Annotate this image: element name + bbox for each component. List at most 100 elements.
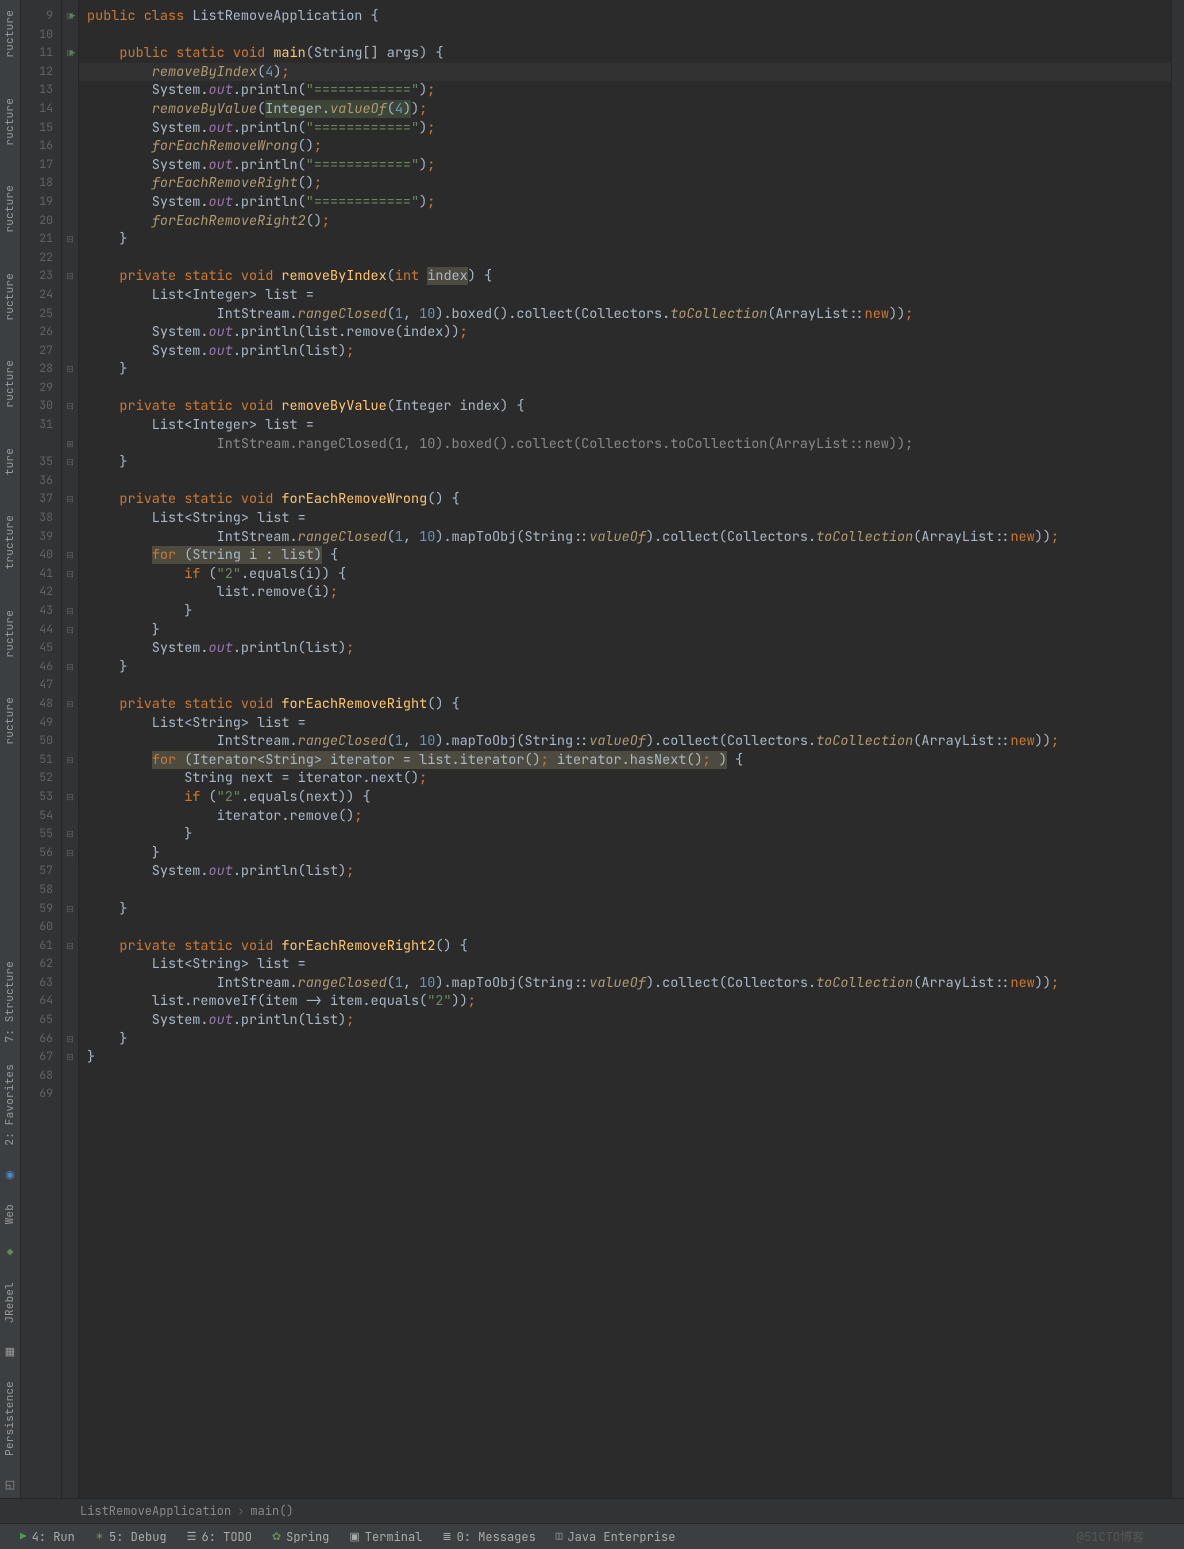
line-number[interactable]: 39 bbox=[21, 528, 61, 547]
rail-favorites[interactable]: 2: Favorites bbox=[3, 1064, 17, 1146]
code-line[interactable]: } bbox=[79, 844, 1184, 863]
code-line[interactable]: public class ListRemoveApplication { bbox=[79, 7, 1184, 26]
fold-toggle[interactable] bbox=[62, 119, 78, 138]
fold-toggle[interactable]: ⊟ bbox=[62, 658, 78, 677]
code-line[interactable]: System.out.println("============"); bbox=[79, 156, 1184, 175]
line-number[interactable]: 10 bbox=[21, 26, 61, 45]
web-icon[interactable]: ◉ bbox=[3, 1168, 17, 1182]
rail-structure-fragment[interactable]: ructure bbox=[3, 697, 17, 745]
toolbar-messages[interactable]: ≣0: Messages bbox=[442, 1529, 535, 1545]
fold-toggle[interactable] bbox=[62, 639, 78, 658]
fold-toggle[interactable]: ⊟ bbox=[62, 453, 78, 472]
line-number[interactable]: 28 bbox=[21, 360, 61, 379]
code-line[interactable]: List<String> list = bbox=[79, 714, 1184, 733]
fold-toggle[interactable] bbox=[62, 286, 78, 305]
fold-toggle[interactable] bbox=[62, 156, 78, 175]
line-number[interactable]: 47 bbox=[21, 676, 61, 695]
line-number[interactable]: 65 bbox=[21, 1011, 61, 1030]
code-line[interactable]: List<String> list = bbox=[79, 955, 1184, 974]
line-number[interactable]: 26 bbox=[21, 323, 61, 342]
line-number[interactable]: 56 bbox=[21, 844, 61, 863]
fold-toggle[interactable]: ⊟ bbox=[62, 751, 78, 770]
line-number[interactable]: 11 bbox=[21, 44, 61, 63]
code-line[interactable] bbox=[79, 918, 1184, 937]
line-number[interactable]: 49 bbox=[21, 714, 61, 733]
line-number[interactable]: 37 bbox=[21, 490, 61, 509]
fold-toggle[interactable]: ⊟ bbox=[62, 825, 78, 844]
code-line[interactable]: IntStream.rangeClosed(1, 10).boxed().col… bbox=[79, 305, 1184, 324]
fold-toggle[interactable]: ⊟ bbox=[62, 621, 78, 640]
breadcrumb-method[interactable]: main() bbox=[250, 1503, 293, 1519]
error-stripe[interactable] bbox=[1171, 0, 1184, 1498]
code-line[interactable]: System.out.println(list); bbox=[79, 1011, 1184, 1030]
line-number[interactable]: 67 bbox=[21, 1048, 61, 1067]
line-number[interactable]: 46 bbox=[21, 658, 61, 677]
fold-toggle[interactable]: ⊟ bbox=[62, 397, 78, 416]
code-line[interactable]: System.out.println(list); bbox=[79, 862, 1184, 881]
toolbar-debug[interactable]: ✶5: Debug bbox=[95, 1529, 167, 1545]
line-number[interactable]: 58 bbox=[21, 881, 61, 900]
code-line[interactable]: List<String> list = bbox=[79, 509, 1184, 528]
code-line[interactable]: } bbox=[79, 825, 1184, 844]
code-line[interactable]: iterator.remove(); bbox=[79, 807, 1184, 826]
code-line[interactable] bbox=[79, 472, 1184, 491]
code-line[interactable] bbox=[79, 676, 1184, 695]
tool-toggle-icon[interactable]: ◱ bbox=[3, 1478, 17, 1492]
line-number[interactable]: 69 bbox=[21, 1085, 61, 1104]
toolbar-javaenterprise[interactable]: ◫Java Enterprise bbox=[556, 1529, 676, 1545]
fold-toggle[interactable] bbox=[62, 379, 78, 398]
line-number-gutter[interactable]: 9101112131415161718192021222324252627282… bbox=[21, 0, 62, 1498]
line-number[interactable]: 48 bbox=[21, 695, 61, 714]
fold-toggle[interactable] bbox=[62, 193, 78, 212]
code-line[interactable] bbox=[79, 249, 1184, 268]
code-line[interactable]: removeByValue(Integer.valueOf(4)); bbox=[79, 100, 1184, 119]
line-number[interactable]: 66 bbox=[21, 1030, 61, 1049]
line-number[interactable]: 12 bbox=[21, 63, 61, 82]
code-line[interactable]: System.out.println(list); bbox=[79, 342, 1184, 361]
code-line[interactable]: private static void forEachRemoveWrong()… bbox=[79, 490, 1184, 509]
line-number[interactable] bbox=[21, 435, 61, 454]
line-number[interactable]: 55 bbox=[21, 825, 61, 844]
fold-toggle[interactable] bbox=[62, 63, 78, 82]
fold-toggle[interactable] bbox=[62, 100, 78, 119]
code-line[interactable]: System.out.println(list); bbox=[79, 639, 1184, 658]
fold-toggle[interactable]: ⊟ bbox=[62, 695, 78, 714]
code-line[interactable]: } bbox=[79, 658, 1184, 677]
line-number[interactable]: 35 bbox=[21, 453, 61, 472]
fold-toggle[interactable] bbox=[62, 416, 78, 435]
line-number[interactable]: 19 bbox=[21, 193, 61, 212]
rail-structure-fragment[interactable]: ructure bbox=[3, 610, 17, 658]
line-number[interactable]: 27 bbox=[21, 342, 61, 361]
line-number[interactable]: 29 bbox=[21, 379, 61, 398]
fold-toggle[interactable] bbox=[62, 992, 78, 1011]
line-number[interactable]: 16 bbox=[21, 137, 61, 156]
fold-toggle[interactable] bbox=[62, 81, 78, 100]
fold-toggle[interactable] bbox=[62, 807, 78, 826]
rail-structure-fragment[interactable]: ructure bbox=[3, 10, 17, 58]
line-number[interactable]: 57 bbox=[21, 862, 61, 881]
code-line[interactable]: } bbox=[79, 230, 1184, 249]
code-line[interactable] bbox=[79, 26, 1184, 45]
code-line[interactable]: IntStream.rangeClosed(1, 10).mapToObj(St… bbox=[79, 974, 1184, 993]
fold-toggle[interactable]: ⊟ bbox=[62, 1030, 78, 1049]
fold-toggle[interactable] bbox=[62, 212, 78, 231]
fold-toggle[interactable] bbox=[62, 249, 78, 268]
code-line[interactable] bbox=[79, 1085, 1184, 1104]
fold-toggle[interactable]: ⊟ bbox=[62, 44, 78, 63]
jrebel-icon[interactable]: ◆ bbox=[3, 1246, 17, 1260]
line-number[interactable]: 31 bbox=[21, 416, 61, 435]
code-line[interactable] bbox=[79, 881, 1184, 900]
fold-toggle[interactable] bbox=[62, 509, 78, 528]
line-number[interactable]: 20 bbox=[21, 212, 61, 231]
code-line[interactable]: } bbox=[79, 1030, 1184, 1049]
line-number[interactable]: 22 bbox=[21, 249, 61, 268]
fold-toggle[interactable]: ⊟ bbox=[62, 7, 78, 26]
fold-toggle[interactable]: ⊟ bbox=[62, 602, 78, 621]
fold-toggle[interactable] bbox=[62, 1085, 78, 1104]
fold-toggle[interactable]: ⊟ bbox=[62, 230, 78, 249]
fold-toggle[interactable] bbox=[62, 137, 78, 156]
line-number[interactable]: 42 bbox=[21, 583, 61, 602]
code-line[interactable]: for (Iterator<String> iterator = list.it… bbox=[79, 751, 1184, 770]
persistence-icon[interactable]: ▦ bbox=[3, 1345, 17, 1359]
rail-structure[interactable]: 7: Structure bbox=[3, 961, 17, 1043]
